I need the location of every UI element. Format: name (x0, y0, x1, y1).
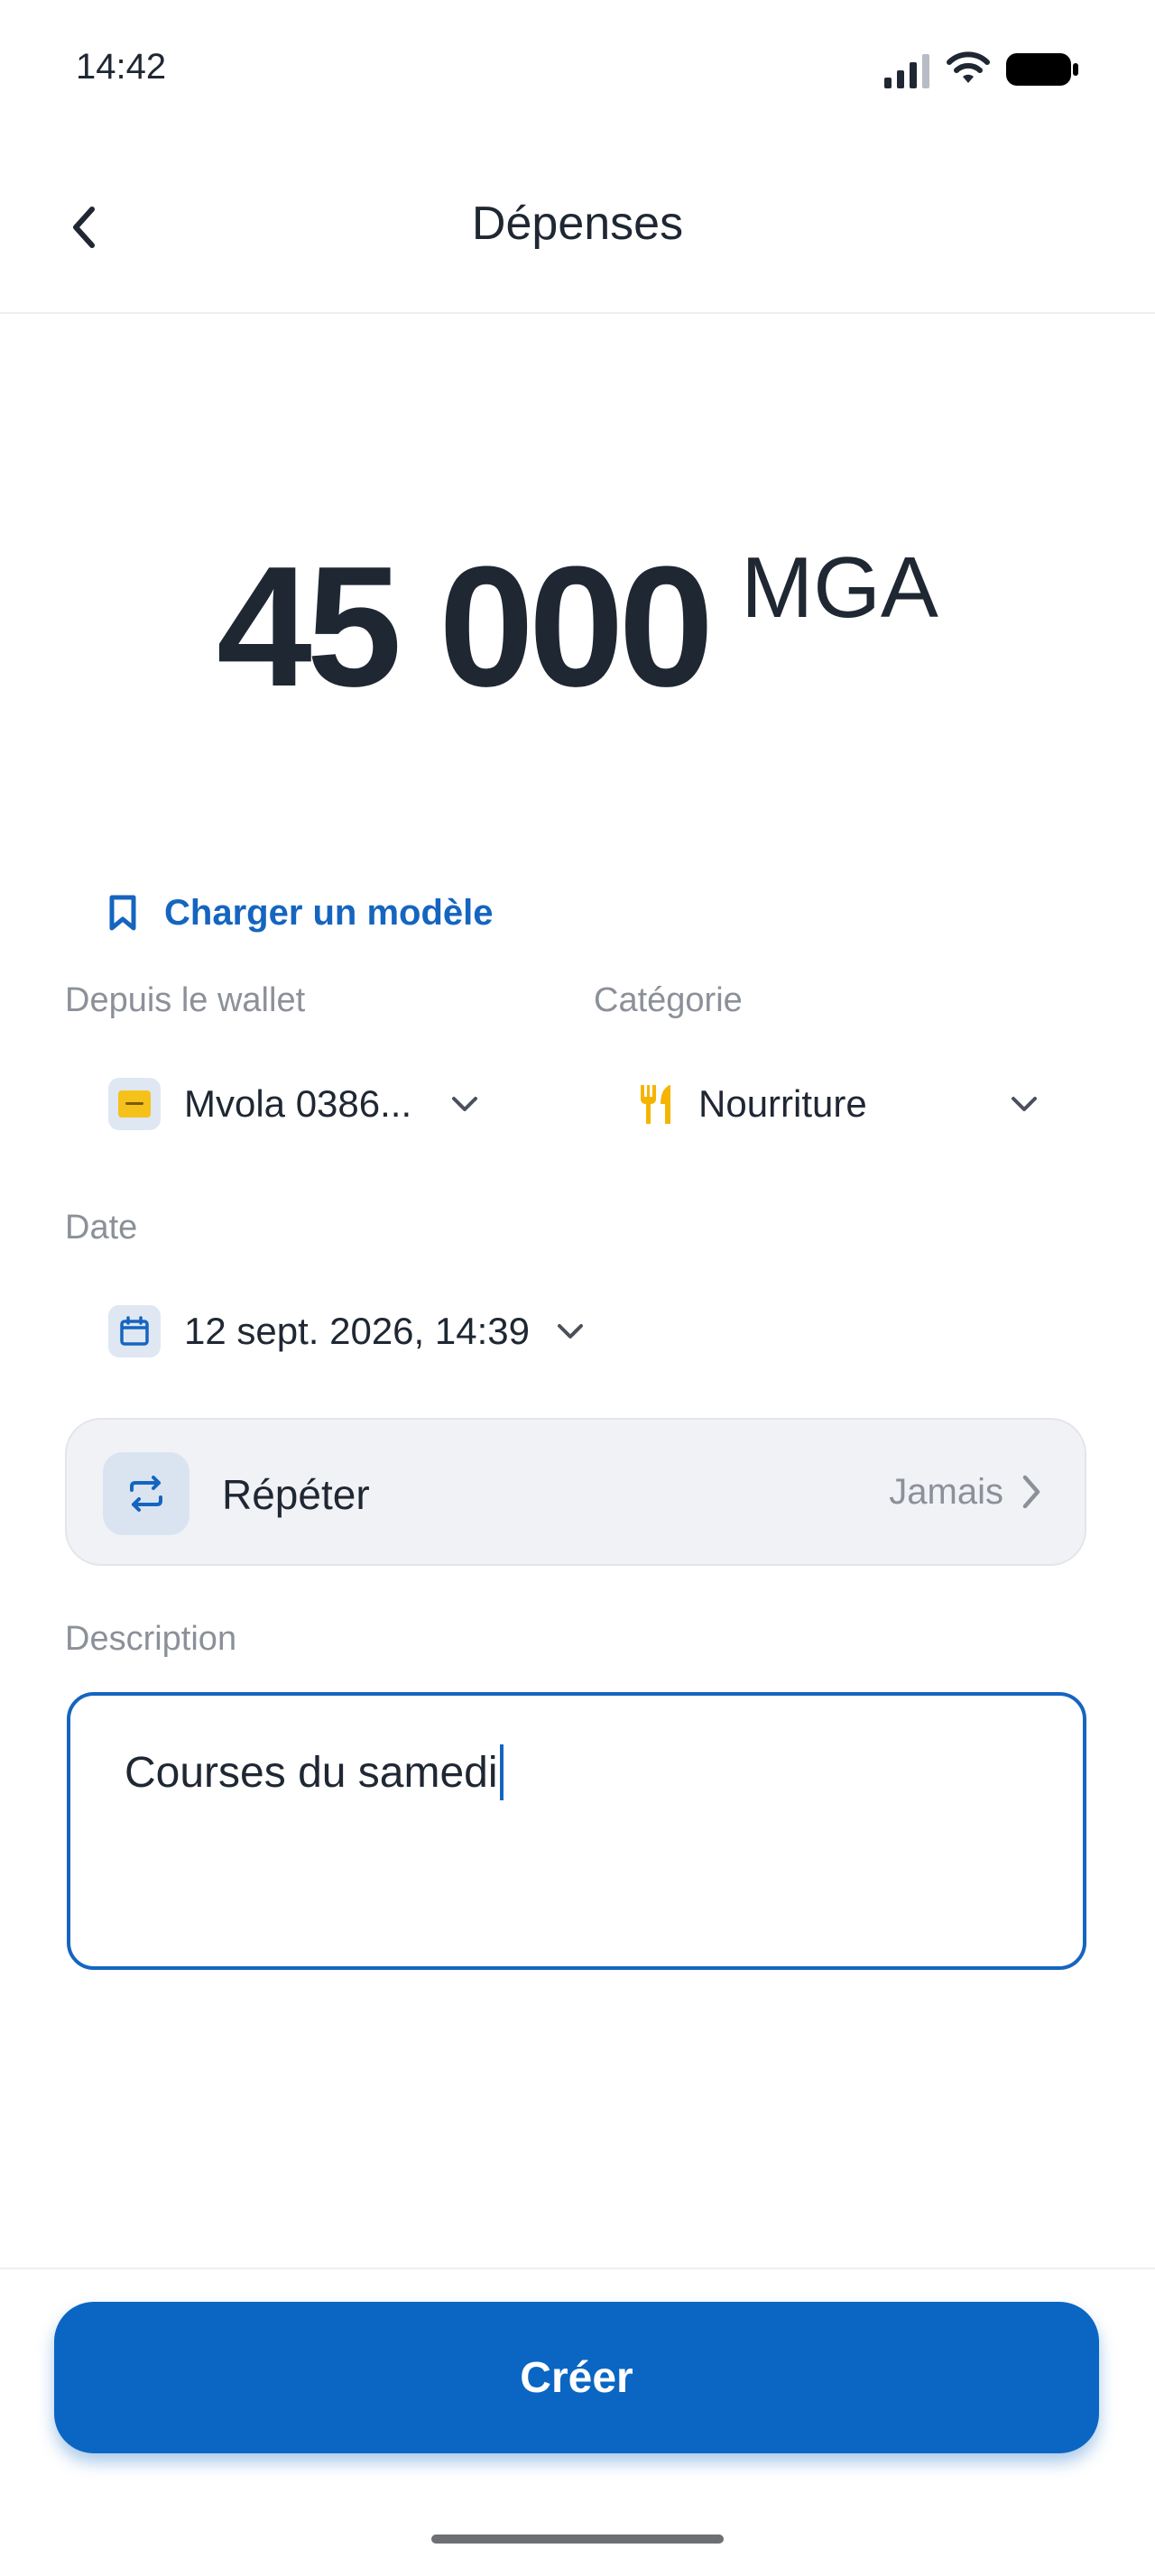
amount-display[interactable]: 45 000 MGA (0, 541, 1155, 713)
load-template-label: Charger un modèle (164, 892, 494, 933)
home-indicator (431, 2535, 724, 2544)
create-button[interactable]: Créer (54, 2302, 1099, 2453)
amount-currency: MGA (741, 539, 938, 636)
date-label: Date (65, 1209, 138, 1247)
fork-knife-icon (641, 1085, 670, 1124)
header-divider (0, 312, 1155, 314)
amount-value: 45 000 (217, 531, 714, 722)
bottom-divider (0, 2268, 1155, 2269)
chevron-down-icon (1012, 1097, 1037, 1111)
chevron-right-icon (1022, 1475, 1040, 1509)
repeat-label: Répéter (222, 1471, 370, 1518)
load-template-button[interactable]: Charger un modèle (108, 886, 494, 940)
chevron-down-icon (557, 1324, 583, 1339)
category-select[interactable]: Nourriture (637, 1077, 1038, 1131)
repeat-icon (103, 1452, 189, 1535)
calendar-icon (108, 1305, 161, 1357)
repeat-row[interactable]: Répéter Jamais (65, 1418, 1086, 1566)
chevron-down-icon (452, 1097, 478, 1111)
wallet-select[interactable]: Mvola 0386... (108, 1077, 478, 1131)
date-select[interactable]: 12 sept. 2026, 14:39 (108, 1304, 584, 1358)
text-caret (499, 1744, 504, 1800)
description-value: Courses du samedi (125, 1748, 498, 1797)
wallet-label: Depuis le wallet (65, 981, 306, 1019)
repeat-value: Jamais (889, 1472, 1003, 1512)
category-value: Nourriture (698, 1082, 867, 1125)
date-value: 12 sept. 2026, 14:39 (184, 1310, 530, 1352)
bookmark-icon (109, 895, 136, 931)
status-time: 14:42 (76, 47, 167, 87)
category-label: Catégorie (594, 981, 743, 1019)
wifi-icon (947, 51, 990, 83)
battery-icon (1006, 53, 1078, 86)
description-input[interactable]: Courses du samedi (67, 1692, 1086, 1970)
signal-icon (884, 54, 929, 88)
wallet-value: Mvola 0386... (184, 1082, 412, 1125)
description-label: Description (65, 1620, 237, 1658)
page-title: Dépenses (471, 198, 684, 250)
mvola-wallet-icon (108, 1078, 161, 1130)
